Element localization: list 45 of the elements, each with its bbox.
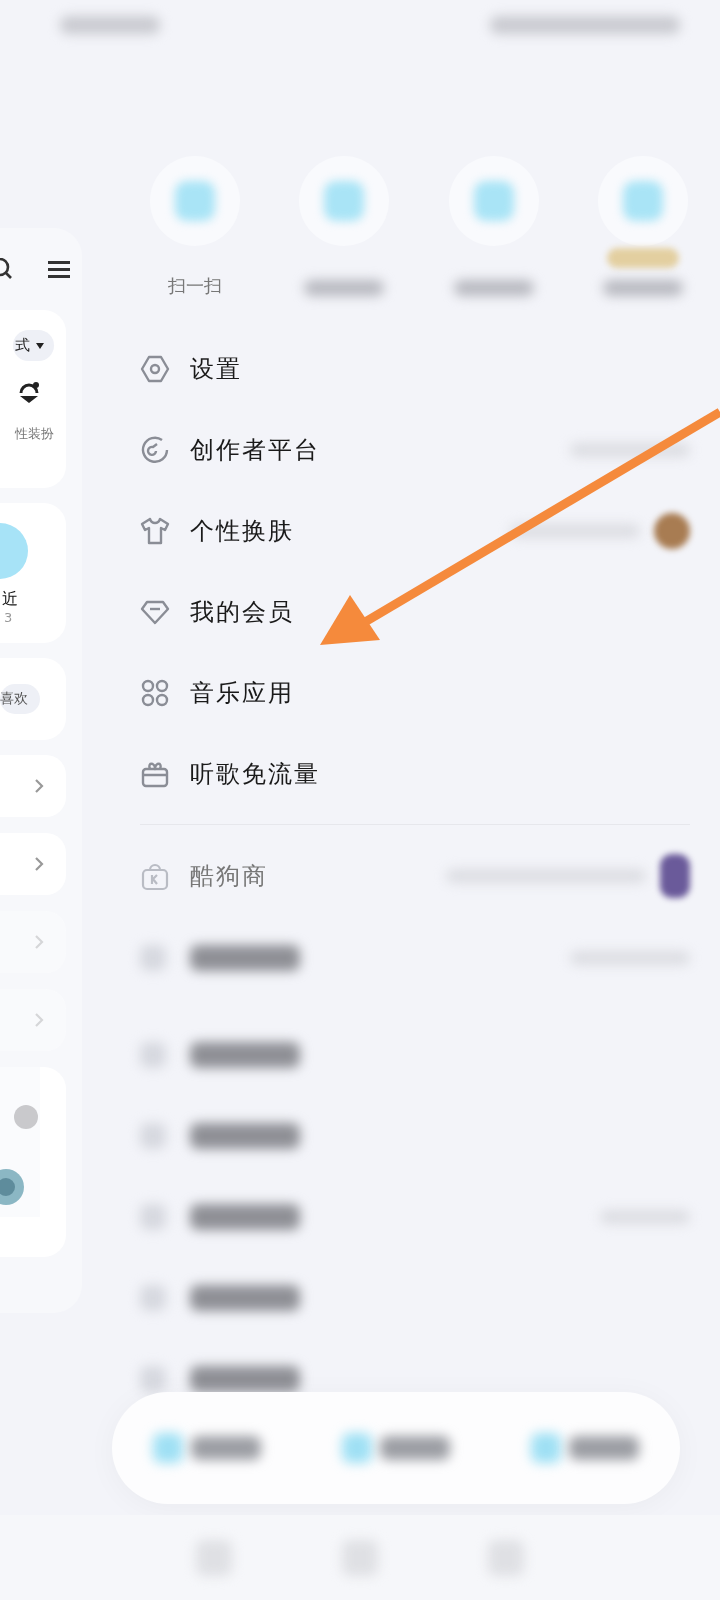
blurred-label[interactable] xyxy=(190,1203,300,1230)
blurred-label[interactable] xyxy=(569,1436,640,1460)
blurred-label[interactable] xyxy=(190,1436,261,1460)
apps-icon xyxy=(140,677,170,708)
blurred-icon[interactable] xyxy=(342,1433,372,1463)
blurred-label[interactable] xyxy=(380,1436,450,1460)
blurred-icon xyxy=(140,1122,166,1149)
like-pill[interactable]: 喜欢 xyxy=(0,684,40,714)
menu-item[interactable]: 个性换肤 xyxy=(190,514,294,547)
blurred-icon xyxy=(140,1284,166,1311)
blurred-icon[interactable] xyxy=(531,1433,562,1463)
mode-pill[interactable]: 式 xyxy=(13,330,54,361)
blurred-label[interactable] xyxy=(190,1041,300,1068)
menu-item[interactable]: 设置 xyxy=(190,352,242,385)
blurred-label[interactable] xyxy=(190,1122,300,1149)
shopping-bag-icon xyxy=(140,861,170,891)
shirt-icon xyxy=(140,515,170,546)
blurred-label[interactable] xyxy=(190,1365,300,1392)
blurred-icon[interactable] xyxy=(152,1433,183,1463)
menu-item[interactable]: 创作者平台 xyxy=(190,433,320,466)
blurred-icon xyxy=(140,944,166,971)
chevron-icon xyxy=(34,934,44,950)
menu-item[interactable]: 我的会员 xyxy=(190,595,294,628)
blurred-label[interactable] xyxy=(190,1284,300,1311)
recent-label: 近 xyxy=(2,589,18,610)
blurred-label[interactable] xyxy=(190,944,300,971)
recent-count: 3 xyxy=(4,610,13,625)
blurred-icon xyxy=(140,1365,166,1392)
hexagon-icon xyxy=(140,353,170,384)
search-icon[interactable] xyxy=(0,258,14,280)
caret-icon xyxy=(36,342,44,349)
chevron-icon xyxy=(34,856,44,872)
chevron-icon xyxy=(34,1012,44,1028)
blurred-icon xyxy=(140,1041,166,1068)
skin-label: 性装扮 xyxy=(15,425,54,443)
menu-item[interactable]: 音乐应用 xyxy=(190,676,294,709)
list-row[interactable] xyxy=(0,833,66,895)
blurred-icon xyxy=(140,1203,166,1230)
menu-item[interactable]: 酷狗商 xyxy=(190,860,268,892)
list-row[interactable] xyxy=(0,755,66,817)
menu-item[interactable]: 听歌免流量 xyxy=(190,757,320,790)
chevron-icon xyxy=(34,778,44,794)
badge xyxy=(607,248,679,268)
menu-icon[interactable] xyxy=(48,260,70,278)
action-label[interactable]: 扫一扫 xyxy=(168,274,222,298)
